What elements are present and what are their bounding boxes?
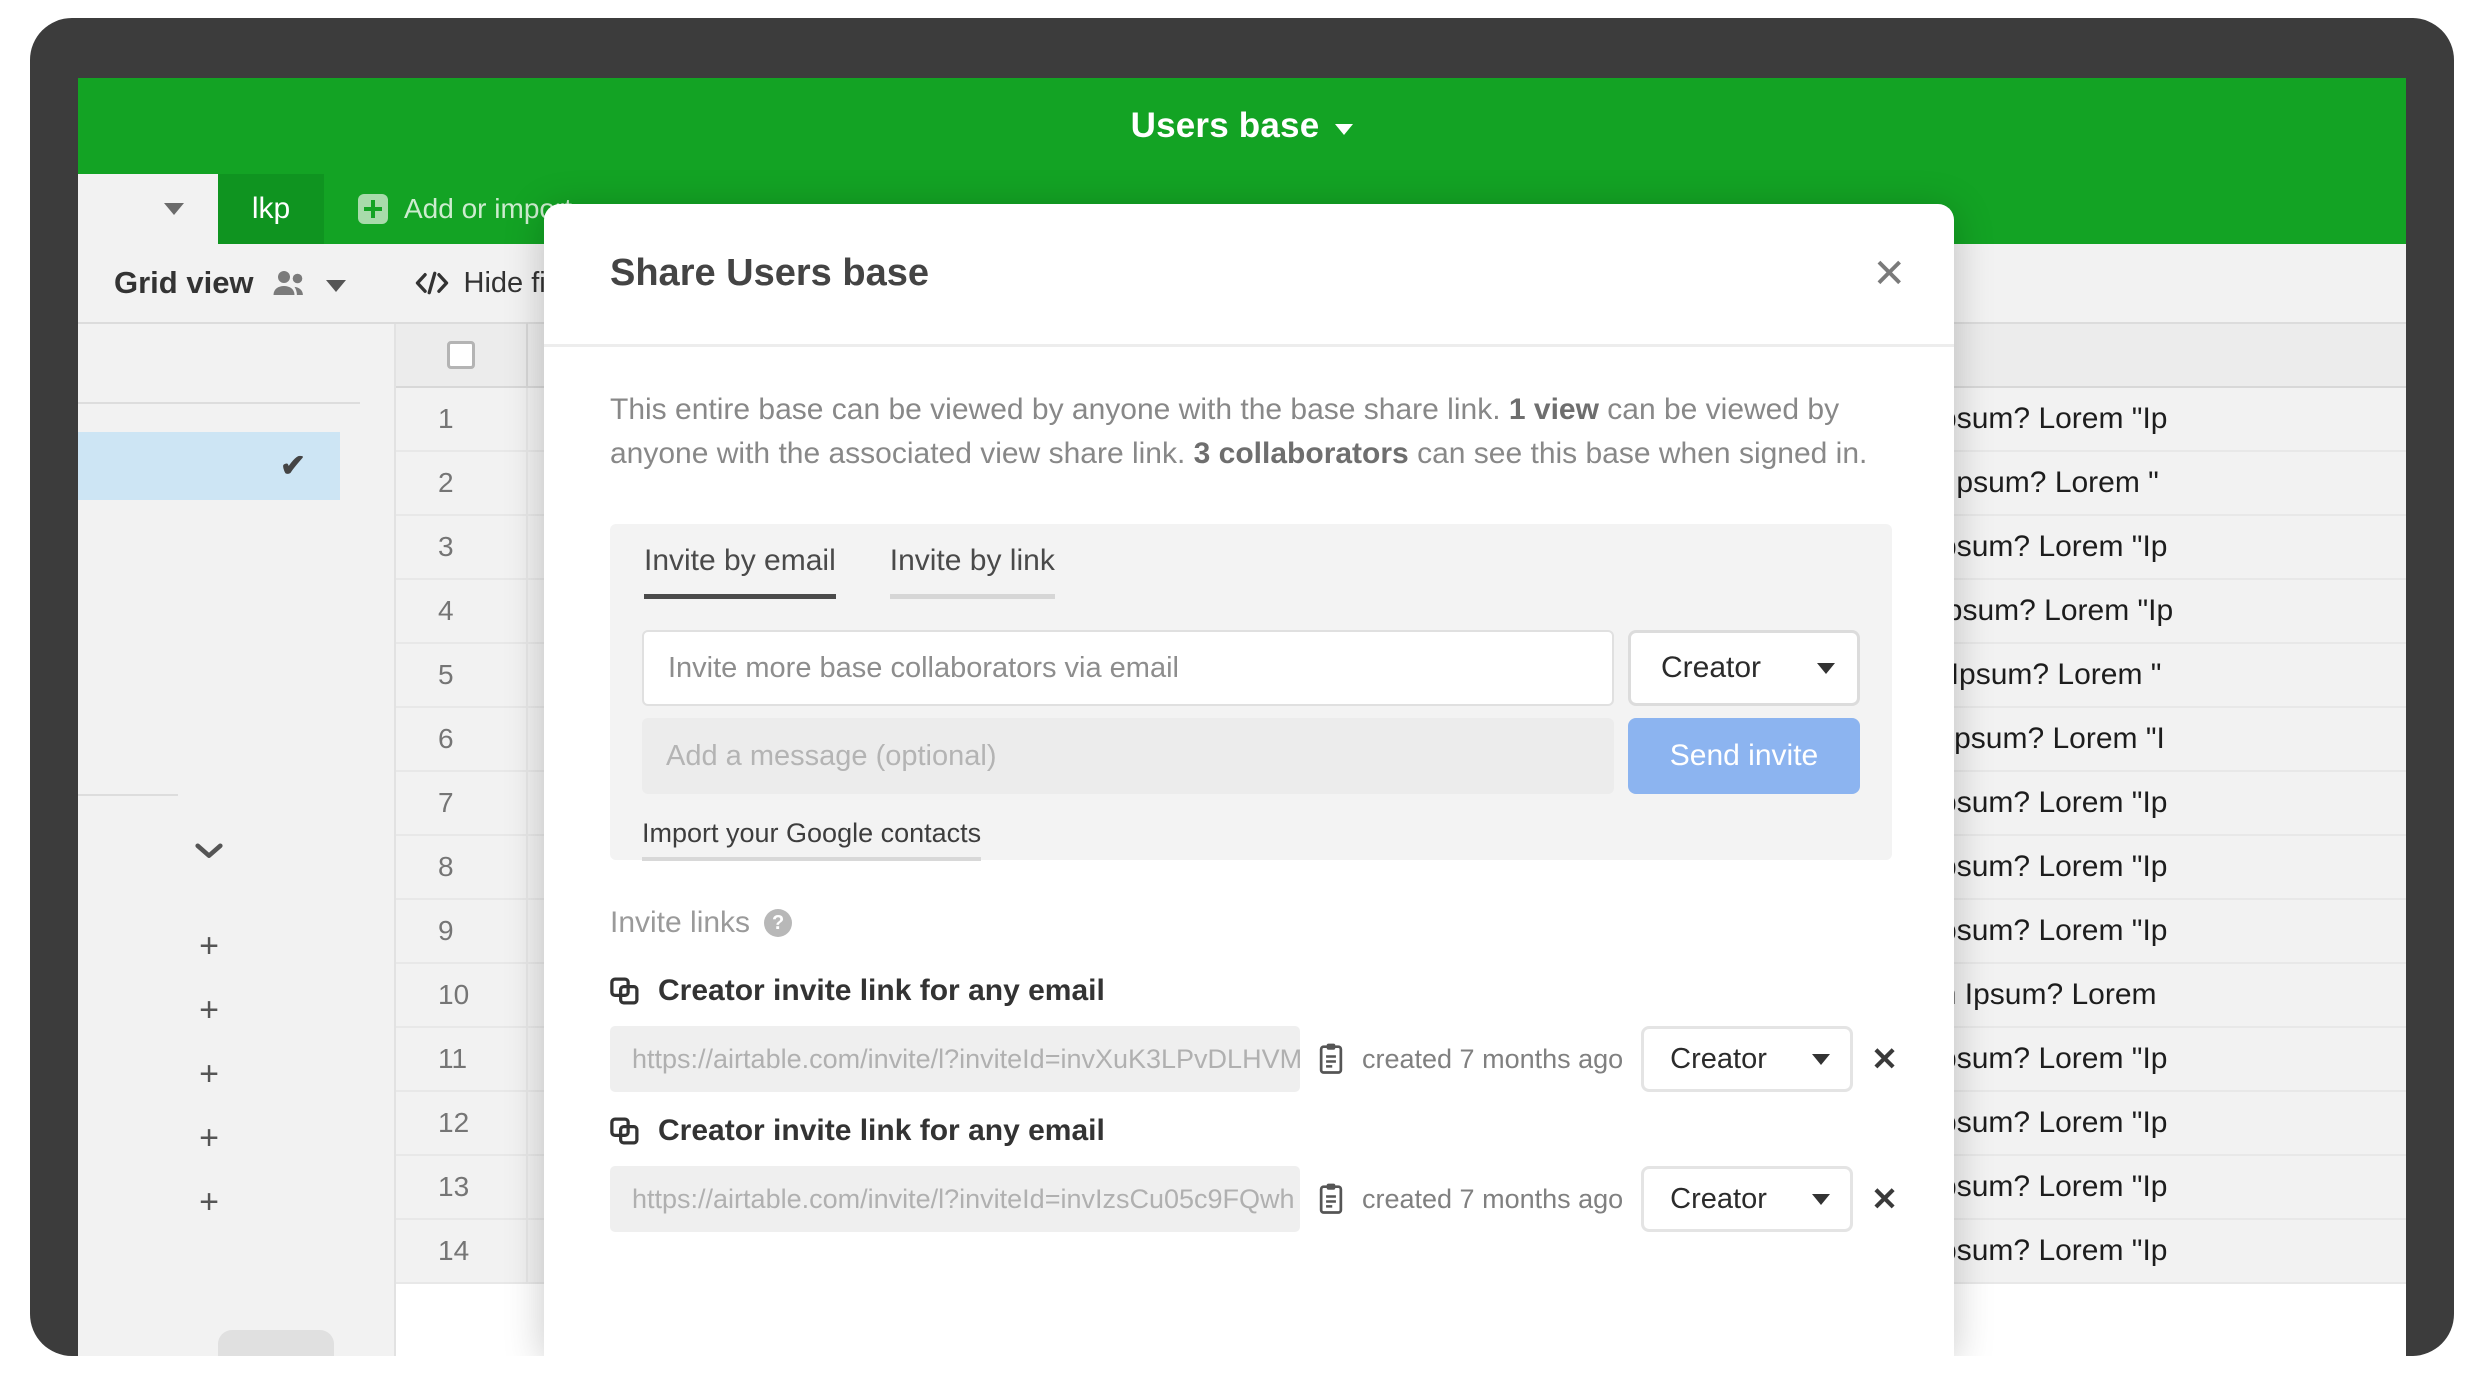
- invite-link-role-select[interactable]: Creator: [1641, 1166, 1854, 1232]
- row-number: 2: [438, 467, 454, 498]
- chevron-down-icon: [1817, 662, 1835, 674]
- modal-description: This entire base can be viewed by anyone…: [610, 388, 1890, 477]
- row-number: 7: [438, 787, 454, 818]
- desc-views-count: 1 view: [1508, 393, 1599, 426]
- invite-link-block-1: Creator invite link for any email https:…: [610, 974, 1900, 1092]
- people-icon: [273, 271, 303, 295]
- clipboard-icon: [1319, 1043, 1343, 1074]
- desc-collaborators-count: 3 collaborators: [1193, 437, 1409, 471]
- invite-link-url[interactable]: https://airtable.com/invite/l?inviteId=i…: [610, 1166, 1300, 1232]
- modal-title: Share Users base: [610, 252, 929, 294]
- row-number: 9: [438, 915, 454, 946]
- row-number: 4: [438, 595, 454, 626]
- clipboard-icon: [1319, 1183, 1343, 1214]
- desc-part-1: This entire base can be viewed by anyone…: [610, 393, 1509, 426]
- sidebar-add-view-grid[interactable]: +: [78, 914, 340, 978]
- code-brackets-icon: [415, 271, 448, 295]
- remove-invite-link-button[interactable]: ✕: [1871, 1180, 1898, 1218]
- invite-role-value: Creator: [1661, 651, 1762, 684]
- invite-panel: Invite by email Invite by link Invite mo…: [610, 524, 1892, 861]
- app-header: Users base: [78, 78, 2406, 174]
- invite-message-row: Add a message (optional) Send invite: [642, 718, 1860, 794]
- invite-link-block-2: Creator invite link for any email https:…: [610, 1114, 1900, 1232]
- remove-invite-link-button[interactable]: ✕: [1871, 1040, 1898, 1078]
- sidebar-add-view-gallery[interactable]: +: [78, 1106, 340, 1170]
- base-title-button[interactable]: Users base: [78, 78, 2406, 174]
- chevron-down-icon: [1335, 123, 1354, 135]
- invite-links-label: Invite links: [610, 906, 751, 939]
- tab-invite-by-email[interactable]: Invite by email: [644, 544, 836, 599]
- invite-link-row-1: https://airtable.com/invite/l?inviteId=i…: [610, 1026, 1900, 1092]
- sidebar-item-grid-view[interactable]: ✔: [78, 432, 340, 500]
- page-title: Users base: [1130, 106, 1320, 145]
- table-switcher-button[interactable]: [78, 174, 218, 244]
- plus-icon: +: [199, 926, 219, 965]
- duplicate-icon: [610, 977, 639, 1005]
- row-number: 13: [438, 1171, 470, 1202]
- row-number: 5: [438, 659, 454, 690]
- plus-icon: +: [199, 990, 219, 1029]
- row-number: 6: [438, 723, 454, 754]
- import-google-contacts-link[interactable]: Import your Google contacts: [642, 818, 982, 861]
- plus-icon: +: [199, 1182, 219, 1221]
- invite-link-label: Creator invite link for any email: [658, 974, 1105, 1007]
- invite-links-heading: Invite links ?: [610, 906, 793, 940]
- sidebar-add-view-calendar[interactable]: +: [78, 1042, 340, 1106]
- grid-bottom-stub: [218, 1330, 334, 1356]
- send-invite-button[interactable]: Send invite: [1628, 718, 1860, 794]
- invite-link-created: created 7 months ago: [1362, 1183, 1624, 1214]
- invite-link-row-2: https://airtable.com/invite/l?inviteId=i…: [610, 1166, 1900, 1232]
- sidebar-add-view-form[interactable]: +: [78, 978, 340, 1042]
- share-base-modal: Share Users base ✕ This entire base can …: [544, 204, 1954, 1356]
- close-icon[interactable]: ✕: [1872, 254, 1906, 294]
- chevron-down-icon: [1812, 1053, 1831, 1065]
- invite-link-role-value: Creator: [1670, 1182, 1767, 1215]
- chevron-down-icon: [164, 203, 184, 215]
- row-number: 12: [438, 1107, 470, 1138]
- row-number: 8: [438, 851, 454, 882]
- row-number: 10: [438, 979, 470, 1010]
- view-sidebar: ✔ + + + + +: [78, 324, 396, 1356]
- invite-link-role-value: Creator: [1670, 1042, 1767, 1075]
- sidebar-divider: [78, 402, 360, 404]
- sidebar-add-view-kanban[interactable]: +: [78, 1170, 340, 1234]
- plus-icon: [358, 194, 388, 224]
- invite-link-url[interactable]: https://airtable.com/invite/l?inviteId=i…: [610, 1026, 1300, 1092]
- plus-icon: +: [199, 1054, 219, 1093]
- row-number: 3: [438, 531, 454, 562]
- chevron-down-icon: [325, 279, 346, 292]
- tab-invite-by-link[interactable]: Invite by link: [889, 544, 1055, 599]
- device-frame: Users base lkp Add or import Grid view H…: [0, 0, 2484, 1374]
- invite-link-label: Creator invite link for any email: [658, 1114, 1105, 1147]
- row-number: 1: [438, 403, 454, 434]
- duplicate-icon: [610, 1117, 639, 1145]
- invite-email-row: Invite more base collaborators via email…: [642, 630, 1860, 706]
- invite-link-role-select[interactable]: Creator: [1641, 1026, 1854, 1092]
- sidebar-divider-2: [78, 794, 178, 796]
- modal-divider: [544, 344, 1954, 347]
- help-icon[interactable]: ?: [764, 909, 793, 937]
- invite-message-input[interactable]: Add a message (optional): [642, 718, 1614, 794]
- select-all-cell[interactable]: [396, 341, 526, 369]
- row-number: 11: [438, 1043, 468, 1074]
- invite-link-created: created 7 months ago: [1362, 1043, 1624, 1074]
- invite-email-input[interactable]: Invite more base collaborators via email: [642, 630, 1614, 706]
- sidebar-expand-button[interactable]: [78, 818, 340, 882]
- invite-role-select[interactable]: Creator: [1628, 630, 1860, 706]
- chevron-down-icon: [195, 843, 223, 858]
- invite-link-label-row-1: Creator invite link for any email: [610, 974, 1900, 1008]
- plus-icon: +: [199, 1118, 219, 1157]
- check-icon: ✔: [280, 448, 306, 483]
- desc-part-3: can see this base when signed in.: [1408, 437, 1868, 471]
- select-all-checkbox[interactable]: [447, 341, 475, 369]
- grid-view-button[interactable]: Grid view: [78, 265, 346, 301]
- app-screen: Users base lkp Add or import Grid view H…: [78, 78, 2406, 1356]
- chevron-down-icon: [1812, 1193, 1831, 1205]
- invite-link-label-row-2: Creator invite link for any email: [610, 1114, 1900, 1148]
- invite-tabs: Invite by email Invite by link: [644, 544, 1055, 599]
- tab-lkp[interactable]: lkp: [218, 174, 324, 244]
- view-name-label: Grid view: [114, 265, 254, 300]
- row-number: 14: [438, 1235, 470, 1266]
- tab-label: lkp: [251, 192, 291, 225]
